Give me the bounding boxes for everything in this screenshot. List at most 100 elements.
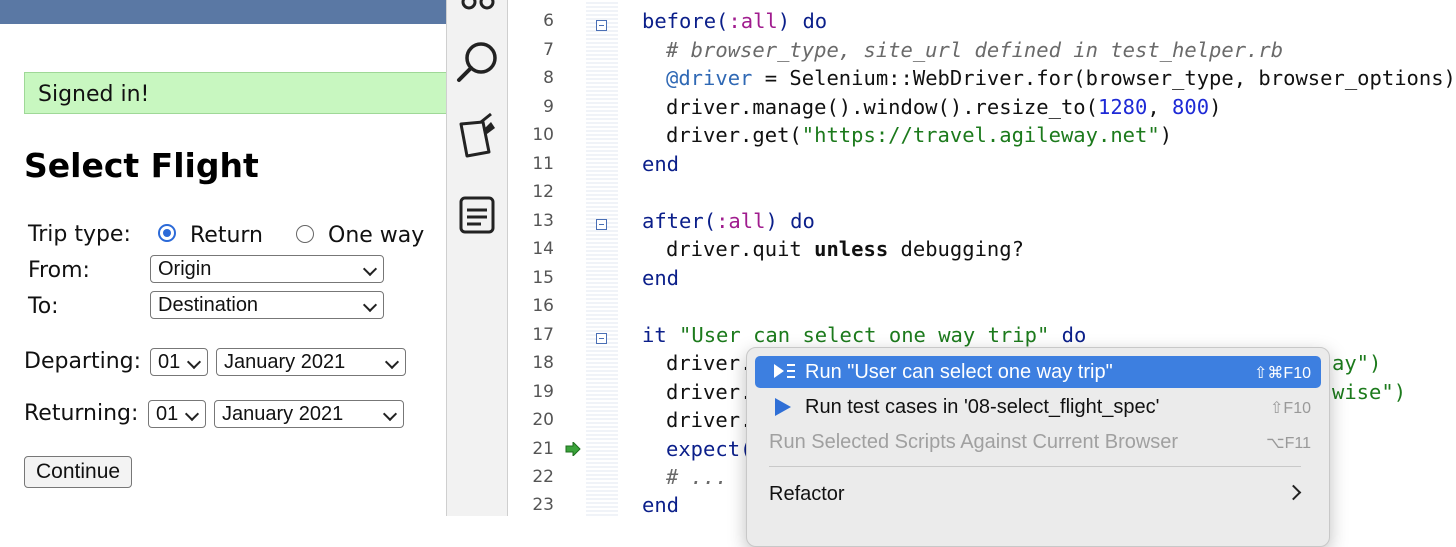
menu-item-label: Run "User can select one way trip" xyxy=(805,361,1113,383)
continue-button[interactable]: Continue xyxy=(24,456,132,488)
fold-toggle-icon[interactable] xyxy=(596,20,607,31)
code-token: after( xyxy=(642,209,717,233)
departing-day-value: 01 xyxy=(158,351,181,373)
departing-month-select[interactable]: January 2021 xyxy=(216,348,406,376)
return-radio-label[interactable]: Return xyxy=(190,223,263,248)
returning-day-select[interactable]: 01 xyxy=(148,400,206,428)
chevron-down-icon xyxy=(362,261,378,277)
to-select[interactable]: Destination xyxy=(150,291,384,319)
code-line-21: expect( xyxy=(666,437,753,461)
menu-item-shortcut: ⇧F10 xyxy=(1270,400,1311,417)
code-token: :all xyxy=(728,9,778,33)
chevron-down-icon xyxy=(186,354,202,370)
chevron-down-icon xyxy=(384,354,400,370)
line-number: 19 xyxy=(532,382,554,402)
fold-toggle-icon[interactable] xyxy=(596,333,607,344)
one-way-radio-label[interactable]: One way xyxy=(328,223,424,248)
browser-pane: Signed in! Select Flight Trip type: Retu… xyxy=(0,0,446,516)
line-number: 13 xyxy=(532,211,554,231)
from-select[interactable]: Origin xyxy=(150,255,384,283)
returning-month-select[interactable]: January 2021 xyxy=(214,400,404,428)
code-token: ) xyxy=(1159,123,1173,147)
context-menu: Run "User can select one way trip" ⇧⌘F10… xyxy=(746,347,1330,547)
list-icon[interactable] xyxy=(457,194,497,236)
menu-item-run-test-cases[interactable]: Run test cases in '08-select_flight_spec… xyxy=(755,391,1321,423)
code-token: 800 xyxy=(1172,95,1210,119)
menu-item-run-selected-scripts: Run Selected Scripts Against Current Bro… xyxy=(755,426,1321,458)
editor-gutter: 6 7 8 9 10 11 12 13 14 15 16 17 18 19 20… xyxy=(508,0,618,516)
line-number: 23 xyxy=(532,495,554,515)
departing-day-select[interactable]: 01 xyxy=(150,348,208,376)
menu-item-run-test[interactable]: Run "User can select one way trip" ⇧⌘F10 xyxy=(755,356,1321,388)
code-token: , xyxy=(1147,95,1173,119)
code-token: = Selenium::WebDriver.for(browser_type, … xyxy=(752,66,1456,90)
line-number: 20 xyxy=(532,410,554,430)
search-icon[interactable] xyxy=(453,38,501,86)
code-token: driver.quit xyxy=(666,237,815,261)
to-select-value: Destination xyxy=(158,294,259,316)
code-token: :all xyxy=(716,209,766,233)
code-token: it xyxy=(642,323,680,347)
code-token: @driver xyxy=(666,66,753,90)
code-token: unless xyxy=(814,237,889,261)
code-line-14: driver.quit unless debugging? xyxy=(666,237,1024,261)
line-number: 17 xyxy=(532,325,554,345)
line-number: 9 xyxy=(543,97,554,117)
line-number: 11 xyxy=(532,154,554,174)
chevron-right-icon xyxy=(1285,484,1302,501)
code-token: ) xyxy=(1209,95,1222,119)
code-line-15: end xyxy=(642,266,680,290)
code-line-19-tail: wise") xyxy=(1332,380,1407,404)
returning-month-value: January 2021 xyxy=(222,403,344,425)
menu-item-label: Run test cases in '08-select_flight_spec… xyxy=(805,396,1160,418)
code-line-7: # browser_type, site_url defined in test… xyxy=(666,38,1284,62)
departing-month-value: January 2021 xyxy=(224,351,346,373)
menu-item-label: Refactor xyxy=(769,483,845,505)
line-number: 6 xyxy=(543,11,554,31)
code-line-13: after(:all) do xyxy=(642,209,815,233)
code-token: "User can select one way trip" xyxy=(679,323,1050,347)
code-token: 1280 xyxy=(1097,95,1148,119)
code-token: driver.get( xyxy=(666,123,802,147)
return-radio[interactable] xyxy=(158,224,176,242)
to-label: To: xyxy=(28,294,59,319)
code-line-10: driver.get("https://travel.agileway.net"… xyxy=(666,123,1172,147)
fold-toggle-icon[interactable] xyxy=(596,219,607,230)
flash-text: Signed in! xyxy=(38,82,150,107)
menu-item-shortcut: ⇧⌘F10 xyxy=(1254,365,1311,382)
code-token: ) do xyxy=(777,9,828,33)
menu-item-refactor[interactable]: Refactor xyxy=(755,478,1321,510)
code-line-9: driver.manage().window().resize_to(1280,… xyxy=(666,95,1221,119)
menu-item-shortcut: ⌥F11 xyxy=(1266,435,1311,452)
chevron-down-icon xyxy=(362,297,378,313)
browser-top-bar xyxy=(0,0,446,24)
from-select-value: Origin xyxy=(158,258,212,280)
code-line-11: end xyxy=(642,152,680,176)
returning-label: Returning: xyxy=(24,401,139,426)
trip-type-label: Trip type: xyxy=(28,222,131,247)
pin-note-icon[interactable] xyxy=(455,112,499,162)
line-number: 7 xyxy=(543,40,554,60)
flash-notice: Signed in! xyxy=(24,72,446,114)
line-number: 15 xyxy=(532,268,554,288)
run-test-icon xyxy=(774,364,795,378)
code-line-22: # ... xyxy=(666,465,728,489)
line-number: 12 xyxy=(532,182,554,202)
line-number: 18 xyxy=(532,353,554,373)
one-way-radio[interactable] xyxy=(296,225,314,243)
line-number: 8 xyxy=(543,68,554,88)
continue-button-label: Continue xyxy=(36,460,121,483)
share-icon[interactable] xyxy=(459,0,499,16)
chevron-down-icon xyxy=(184,406,200,422)
line-number: 22 xyxy=(532,467,554,487)
line-number: 21 xyxy=(532,439,554,459)
menu-item-label: Run Selected Scripts Against Current Bro… xyxy=(769,431,1179,453)
chevron-down-icon xyxy=(382,406,398,422)
from-label: From: xyxy=(28,258,90,283)
page-title: Select Flight xyxy=(24,146,259,185)
gutter-stripe xyxy=(586,0,618,516)
code-token: ) do xyxy=(765,209,815,233)
code-token: "https://travel.agileway.net" xyxy=(801,123,1160,147)
ide-side-toolbar xyxy=(446,0,508,516)
code-token: debugging? xyxy=(888,237,1024,261)
